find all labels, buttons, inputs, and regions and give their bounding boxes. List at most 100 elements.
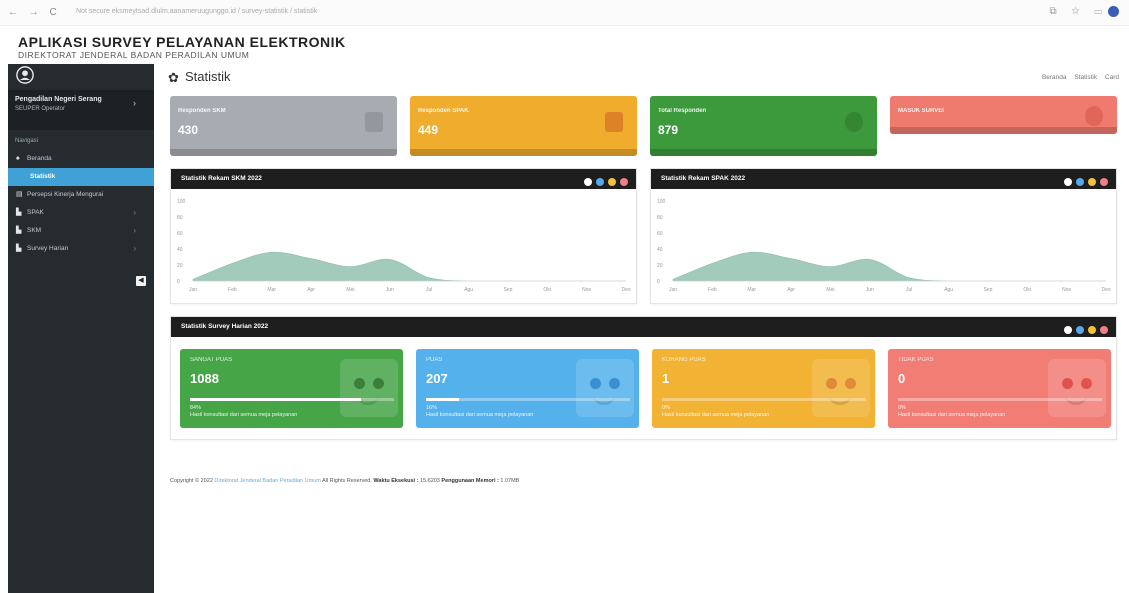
y-tick-label: 100: [177, 199, 186, 205]
survey-percent: 0%: [662, 405, 670, 411]
sidebar-item-survey-harian[interactable]: ▙ Survey Harian ›: [8, 240, 154, 258]
sidebar-item-persepsi[interactable]: ▤ Persepsi Kinerja Mengurai: [8, 186, 154, 204]
sidebar-item-label: Beranda: [27, 155, 52, 162]
stat-label: Total Responden: [658, 108, 707, 114]
survey-desc: Hasil konsultasi dari semua meja pelayan…: [190, 412, 298, 418]
y-tick-label: 80: [657, 215, 663, 221]
app-title: APLIKASI SURVEY PELAYANAN ELEKTRONIK: [18, 34, 346, 50]
page-footer: Copyright © 2022 Direktorat Jenderal Bad…: [170, 478, 519, 484]
area-series: [192, 251, 626, 282]
sidebar-item-label: Persepsi Kinerja Mengurai: [27, 191, 104, 198]
footer-mem-value: 1.07MB: [500, 478, 520, 484]
sidebar-item-label: SKM: [27, 227, 42, 234]
stat-box-total-responden[interactable]: Total Responden 879: [650, 96, 877, 156]
sidebar-user-panel[interactable]: Pengadilan Negeri Serang SEUPER Operator…: [8, 90, 154, 130]
survey-value: 0: [898, 371, 906, 386]
browser-icons[interactable]: ⧉ ☆ ▭: [1050, 6, 1108, 17]
sidebar-collapse-button[interactable]: ◀: [136, 276, 146, 286]
y-tick-label: 20: [177, 263, 183, 269]
survey-card-tidak-puas[interactable]: TIDAK PUAS 0 0% Hasil konsultasi dari se…: [888, 349, 1111, 428]
eye-icon: [373, 378, 384, 389]
x-tick-label: Feb: [708, 287, 717, 293]
profile-avatar[interactable]: [1108, 6, 1119, 17]
color-dot[interactable]: [608, 178, 616, 186]
file-icon: ▙: [16, 227, 22, 234]
color-dot[interactable]: [1100, 178, 1108, 186]
panel-title: Statistik Rekam SKM 2022: [181, 175, 262, 182]
color-dot[interactable]: [1064, 178, 1072, 186]
eye-icon: [609, 378, 620, 389]
survey-card-puas[interactable]: PUAS 207 16% Hasil konsultasi dari semua…: [416, 349, 639, 428]
chevron-right-icon[interactable]: ›: [133, 98, 136, 108]
browser-nav-buttons[interactable]: ← → C: [8, 7, 61, 18]
user-role: SEUPER Operator: [15, 106, 66, 112]
x-tick-label: Agu: [464, 287, 473, 293]
survey-desc: Hasil konsultasi dari semua meja pelayan…: [898, 412, 1006, 418]
stat-box-masuk-survei[interactable]: MASUK SURVEI: [890, 96, 1117, 134]
x-tick-label: Des: [1102, 287, 1111, 293]
survey-label: SANGAT PUAS: [190, 357, 233, 363]
x-tick-label: Jun: [866, 287, 874, 293]
file-icon: ▙: [16, 245, 22, 252]
survey-value: 207: [426, 371, 448, 386]
happy-face-icon: [340, 359, 398, 417]
x-tick-label: Okt: [1023, 287, 1031, 293]
survey-value: 1088: [190, 371, 219, 386]
browser-action-icons[interactable]: ⧉ ☆ ▭: [1050, 6, 1119, 17]
color-dot[interactable]: [1088, 178, 1096, 186]
color-dot[interactable]: [1100, 326, 1108, 334]
x-tick-label: Mar: [747, 287, 756, 293]
y-tick-label: 0: [177, 279, 180, 285]
panel-color-dots: [1060, 323, 1108, 343]
color-dot[interactable]: [596, 178, 604, 186]
survey-label: TIDAK PUAS: [898, 357, 934, 363]
stat-value: 879: [658, 123, 679, 137]
color-dot[interactable]: [1076, 326, 1084, 334]
y-tick-label: 60: [177, 231, 183, 237]
sidebar-item-label: Survey Harian: [27, 245, 69, 252]
sidebar-item-spak[interactable]: ▙ SPAK ›: [8, 204, 154, 222]
stat-value: 430: [178, 123, 199, 137]
x-tick-label: Jul: [906, 287, 912, 293]
survey-card-kurang-puas[interactable]: KURANG PUAS 1 0% Hasil konsultasi dari s…: [652, 349, 875, 428]
survey-card-sangat-puas[interactable]: SANGAT PUAS 1088 84% Hasil konsultasi da…: [180, 349, 403, 428]
user-icon: [845, 112, 863, 132]
x-tick-label: Mei: [826, 287, 834, 293]
stat-box-responden-skm[interactable]: Responden SKM 430: [170, 96, 397, 156]
color-dot[interactable]: [584, 178, 592, 186]
eye-icon: [590, 378, 601, 389]
survey-percent: 0%: [898, 405, 906, 411]
breadcrumb-beranda[interactable]: Beranda: [1042, 74, 1067, 81]
x-tick-label: Agu: [944, 287, 953, 293]
stat-box-responden-spak[interactable]: Responden SPAK 449: [410, 96, 637, 156]
x-tick-label: Nov: [582, 287, 591, 293]
color-dot[interactable]: [1064, 326, 1072, 334]
sidebar-item-skm[interactable]: ▙ SKM ›: [8, 222, 154, 240]
sidebar-item-statistik[interactable]: Statistik: [8, 168, 154, 186]
y-tick-label: 0: [657, 279, 660, 285]
app-header: APLIKASI SURVEY PELAYANAN ELEKTRONIK DIR…: [0, 26, 1129, 64]
x-tick-label: Mei: [346, 287, 354, 293]
y-tick-label: 80: [177, 215, 183, 221]
x-tick-label: Jan: [669, 287, 677, 293]
breadcrumb-card: Card: [1104, 74, 1119, 81]
browser-toolbar: ← → C Not secure eksmeytsad.dlulm.aaname…: [0, 0, 1129, 26]
address-bar[interactable]: Not secure eksmeytsad.dlulm.aanameruugun…: [76, 8, 317, 15]
footer-mem-label: Penggunaan Memori :: [441, 478, 499, 484]
chart-panel-skm: Statistik Rekam SKM 2022 0 20 40 60 80 100 Jan…: [170, 168, 637, 304]
x-tick-label: Apr: [787, 287, 795, 293]
y-tick-label: 60: [657, 231, 663, 237]
color-dot[interactable]: [1088, 326, 1096, 334]
eye-icon: [826, 378, 837, 389]
stat-footer: [890, 127, 1117, 134]
stat-label: Responden SPAK: [418, 108, 469, 114]
footer-link[interactable]: Direktorat Jenderal Badan Peradilan Umum: [214, 478, 320, 484]
document-icon: ▤: [16, 191, 23, 198]
color-dot[interactable]: [620, 178, 628, 186]
panel-title: Statistik Rekam SPAK 2022: [661, 175, 746, 182]
y-tick-label: 40: [177, 247, 183, 253]
color-dot[interactable]: [1076, 178, 1084, 186]
sidebar-item-beranda[interactable]: ♠ Beranda: [8, 150, 154, 168]
x-tick-label: Sep: [983, 287, 992, 293]
breadcrumb-statistik[interactable]: Statistik: [1074, 74, 1097, 81]
